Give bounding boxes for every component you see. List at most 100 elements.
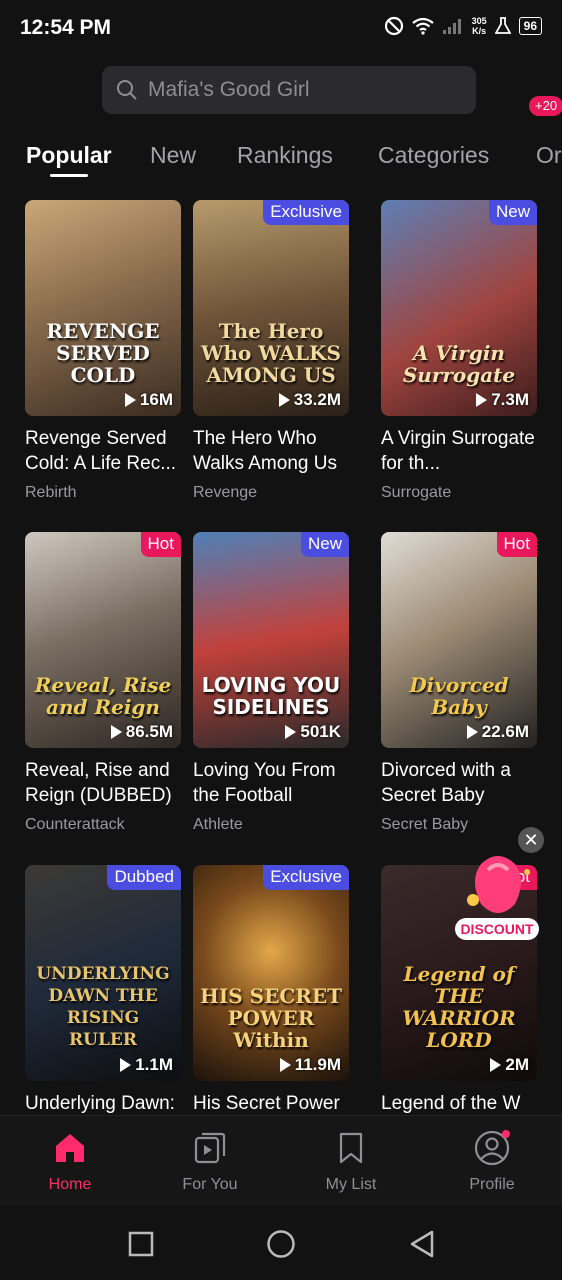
- nav-label: For You: [182, 1176, 238, 1193]
- badge: New: [488, 200, 537, 225]
- poster: New LOVING YOU SIDELINES 501K: [193, 532, 349, 748]
- view-count: 2M: [490, 1055, 529, 1075]
- play-icon: [476, 393, 488, 407]
- play-icon: [124, 393, 136, 407]
- poster: Dubbed UNDERLYING DAWN THE RISING RULER …: [25, 865, 181, 1081]
- badge: Hot: [496, 532, 537, 557]
- tab-popular[interactable]: Popular: [26, 142, 112, 169]
- poster: Exclusive HIS SECRET POWER Within 11.9M: [193, 865, 349, 1081]
- play-icon: [279, 1058, 291, 1072]
- drama-card[interactable]: Exclusive HIS SECRET POWER Within 11.9M …: [193, 865, 349, 1115]
- card-tag: Counterattack: [25, 816, 125, 833]
- poster-title: The Hero Who WALKS AMONG US: [201, 319, 341, 387]
- clock: 12:54 PM: [20, 16, 112, 39]
- tab-categories[interactable]: Categories: [378, 142, 489, 169]
- bottom-nav: Home For You My List Profile: [0, 1115, 562, 1206]
- card-tag: Revenge: [193, 484, 258, 501]
- battery-indicator: 96: [518, 17, 542, 35]
- system-nav-bar: [0, 1205, 562, 1280]
- drama-card[interactable]: Hot Divorced Baby 22.6M Divorced with a …: [381, 532, 537, 834]
- tab-new[interactable]: New: [150, 142, 196, 169]
- tab-rankings[interactable]: Rankings: [237, 142, 333, 169]
- badge: Exclusive: [263, 865, 349, 890]
- notification-badge[interactable]: +20: [529, 96, 562, 116]
- drama-card[interactable]: Dubbed UNDERLYING DAWN THE RISING RULER …: [25, 865, 181, 1115]
- drama-card[interactable]: Exclusive The Hero Who WALKS AMONG US 33…: [193, 200, 349, 502]
- video-icon: [194, 1132, 226, 1164]
- card-tag: Secret Baby: [381, 816, 469, 833]
- card-title: Revenge Served Cold: A Life Rec...: [25, 428, 177, 474]
- play-icon: [110, 725, 122, 739]
- card-tag: Surrogate: [381, 484, 452, 501]
- play-icon: [285, 725, 297, 739]
- view-count: 501K: [285, 722, 341, 742]
- poster-title: Reveal, Rise and Reign: [34, 673, 172, 719]
- search-placeholder: Mafia's Good Girl: [148, 78, 310, 101]
- category-tabs: Popular New Rankings Categories Or: [0, 140, 562, 184]
- drama-card[interactable]: New A Virgin Surrogate 7.3M A Virgin Sur…: [381, 200, 537, 502]
- nav-profile[interactable]: Profile: [442, 1128, 542, 1194]
- lab-icon: [494, 17, 511, 34]
- home-icon: [56, 1134, 84, 1162]
- network-speed: 305 K/s: [471, 16, 487, 36]
- play-icon: [278, 393, 290, 407]
- poster-title: A Virgin Surrogate: [402, 341, 516, 387]
- badge: Hot: [140, 532, 181, 557]
- back-icon[interactable]: [408, 1229, 436, 1259]
- poster: Hot Divorced Baby 22.6M: [381, 532, 537, 748]
- card-title: A Virgin Surrogate for th...: [381, 428, 535, 474]
- play-icon: [466, 725, 478, 739]
- card-tag: Athlete: [193, 816, 243, 833]
- bookmark-icon: [339, 1132, 363, 1164]
- drama-card[interactable]: REVENGE SERVED COLD 16M Revenge Served C…: [25, 200, 181, 502]
- view-count: 7.3M: [476, 390, 529, 410]
- poster-title: REVENGE SERVED COLD: [46, 319, 160, 387]
- recents-icon[interactable]: [128, 1231, 154, 1257]
- poster-title: Divorced Baby: [409, 673, 509, 719]
- search-bar[interactable]: Mafia's Good Girl: [102, 66, 476, 114]
- poster-title: Legend of THE WARRIOR LORD: [402, 962, 516, 1052]
- signal-icon: [442, 19, 461, 34]
- drama-card[interactable]: Hot Reveal, Rise and Reign 86.5M Reveal,…: [25, 532, 181, 834]
- tab-more[interactable]: Or: [536, 142, 562, 169]
- profile-icon: [474, 1130, 510, 1166]
- view-count: 16M: [124, 390, 173, 410]
- badge: Exclusive: [263, 200, 349, 225]
- badge: Dubbed: [107, 865, 181, 890]
- view-count: 1.1M: [120, 1055, 173, 1075]
- nav-for-you[interactable]: For You: [160, 1128, 260, 1194]
- poster-title: HIS SECRET POWER Within: [199, 984, 342, 1052]
- poster-title: LOVING YOU SIDELINES: [201, 673, 341, 719]
- discount-promo[interactable]: DISCOUNT: [453, 852, 543, 944]
- card-title: Underlying Dawn:: [25, 1093, 175, 1114]
- nav-label: Profile: [469, 1176, 515, 1193]
- badge: New: [300, 532, 349, 557]
- poster-title: UNDERLYING DAWN THE RISING RULER: [36, 964, 170, 1050]
- card-title: His Secret Power: [193, 1093, 340, 1114]
- view-count: 33.2M: [278, 390, 341, 410]
- active-tab-indicator: [50, 174, 88, 177]
- view-count: 11.9M: [279, 1055, 341, 1075]
- poster: Hot Reveal, Rise and Reign 86.5M: [25, 532, 181, 748]
- close-promo-button[interactable]: ✕: [518, 827, 544, 853]
- search-icon: [117, 80, 137, 100]
- wifi-icon: [411, 17, 434, 35]
- discount-label: DISCOUNT: [455, 918, 539, 940]
- drama-card[interactable]: New LOVING YOU SIDELINES 501K Loving You…: [193, 532, 349, 834]
- card-title: Reveal, Rise and Reign (DUBBED): [25, 760, 172, 806]
- play-icon: [490, 1058, 502, 1072]
- view-count: 22.6M: [466, 722, 529, 742]
- poster: Exclusive The Hero Who WALKS AMONG US 33…: [193, 200, 349, 416]
- nav-label: Home: [48, 1176, 92, 1193]
- card-title: Loving You From the Football Sideli...: [193, 760, 336, 806]
- nav-label: My List: [325, 1176, 377, 1193]
- view-count: 86.5M: [110, 722, 173, 742]
- card-title: The Hero Who Walks Among Us ...: [193, 428, 337, 474]
- dnd-icon: [384, 16, 403, 36]
- card-tag: Rebirth: [25, 484, 77, 501]
- play-icon: [120, 1058, 132, 1072]
- nav-my-list[interactable]: My List: [301, 1128, 401, 1194]
- home-circle-icon[interactable]: [266, 1229, 296, 1259]
- nav-home[interactable]: Home: [20, 1128, 120, 1194]
- card-title: Legend of the W: [381, 1093, 521, 1114]
